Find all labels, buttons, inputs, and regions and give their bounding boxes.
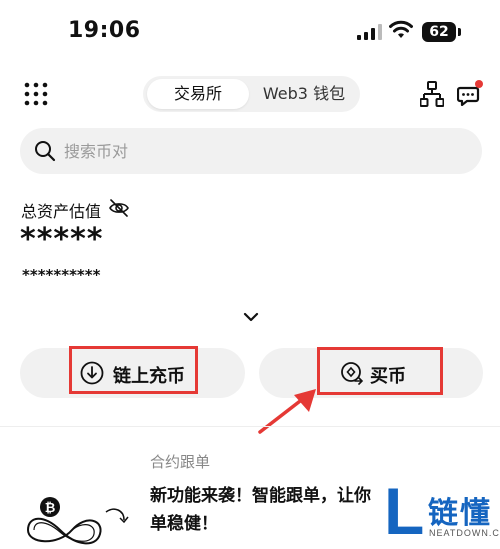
total-assets-label: 总资产估值 [21,202,102,221]
status-bar: 19:06 62 [0,0,500,64]
chevron-down-icon[interactable] [243,311,259,323]
eye-hidden-icon[interactable] [108,197,130,219]
total-assets-value: ***** [20,222,104,257]
card-title[interactable]: 新功能来袭！智能跟单，让你 [150,482,382,510]
watermark-cn-text: 链懂 [428,496,492,531]
section-divider [0,426,500,427]
battery-tip [458,28,461,36]
wifi-icon [389,20,413,38]
watermark-logo: L 链懂 NEATDOWN.COM [384,476,500,549]
search-bar[interactable] [20,128,482,174]
tab-exchange[interactable]: 交易所 [147,79,249,109]
notification-dot [475,80,483,88]
message-icon[interactable] [457,80,483,106]
search-input[interactable] [64,128,464,174]
copy-trading-illustration: ₿ [26,497,129,545]
assets-sub-value: ********** [22,266,101,284]
svg-text:₿: ₿ [45,501,56,516]
card-title-line-2[interactable]: 单稳健！ [150,510,218,538]
tab-web3-wallet[interactable]: Web3 钱包 [251,79,357,109]
cellular-signal-icon [357,24,382,40]
status-time: 19:06 [68,18,141,43]
watermark-letter: L [384,474,425,548]
battery-indicator: 62 [422,22,456,42]
deposit-highlight-box [69,346,198,394]
app-grid-menu-icon[interactable] [24,82,48,106]
network-icon[interactable] [420,81,444,107]
search-icon [35,141,56,162]
mode-switcher: 交易所 Web3 钱包 [143,76,360,112]
card-category: 合约跟单 [150,453,211,471]
watermark-en-text: NEATDOWN.COM [429,528,500,538]
buy-highlight-box [317,347,443,395]
annotation-arrow-icon [258,389,316,434]
